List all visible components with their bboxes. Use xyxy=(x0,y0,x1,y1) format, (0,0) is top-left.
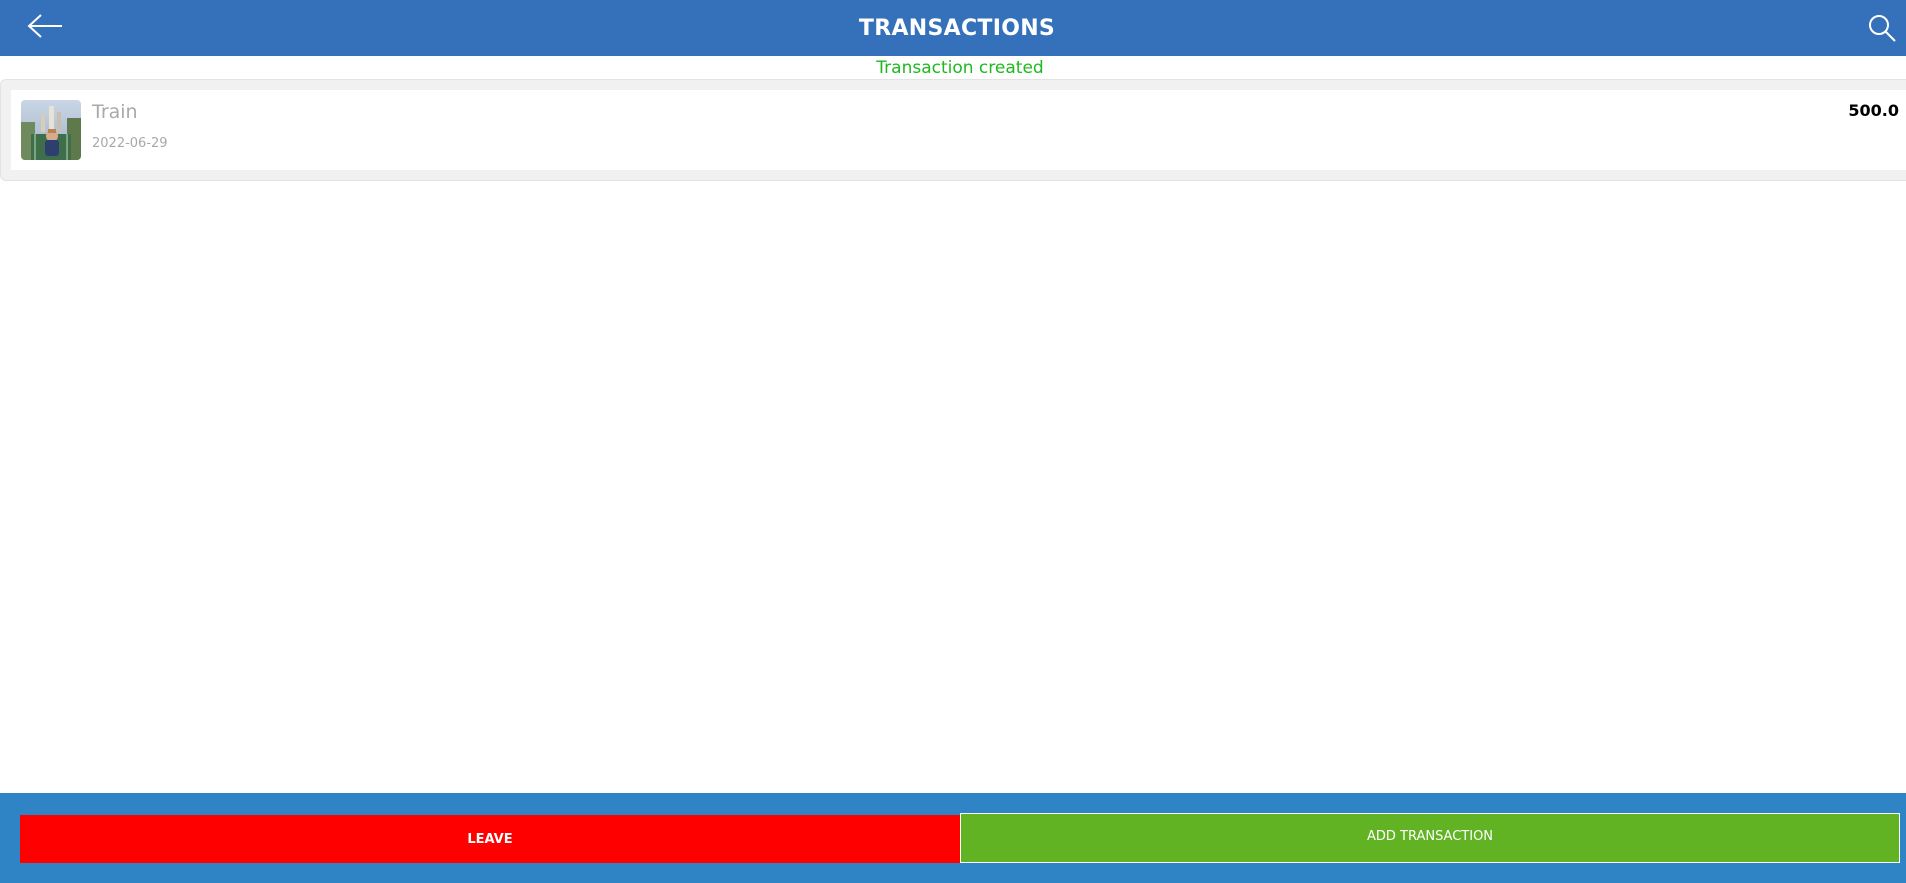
leave-button[interactable]: LEAVE xyxy=(20,815,960,863)
search-button[interactable] xyxy=(1864,10,1900,46)
transaction-name: Train xyxy=(92,101,138,123)
add-transaction-button[interactable]: ADD TRANSACTION xyxy=(960,813,1900,863)
bottom-action-bar: LEAVE ADD TRANSACTION xyxy=(0,793,1906,883)
transactions-screen: TRANSACTIONS Transaction created Train 2… xyxy=(0,0,1906,883)
arrow-left-icon xyxy=(27,14,62,38)
transaction-amount: 500.0 xyxy=(1848,101,1899,120)
search-icon xyxy=(1869,15,1896,42)
page-title: TRANSACTIONS xyxy=(858,15,1056,41)
transaction-list: Train 2022-06-29 500.0 xyxy=(0,79,1906,181)
transaction-date: 2022-06-29 xyxy=(92,136,168,151)
status-message: Transaction created xyxy=(876,58,1044,78)
photo-thumbnail xyxy=(21,100,81,160)
transaction-row[interactable]: Train 2022-06-29 500.0 xyxy=(11,90,1906,170)
back-button[interactable] xyxy=(22,10,68,42)
app-header: TRANSACTIONS xyxy=(0,0,1906,56)
